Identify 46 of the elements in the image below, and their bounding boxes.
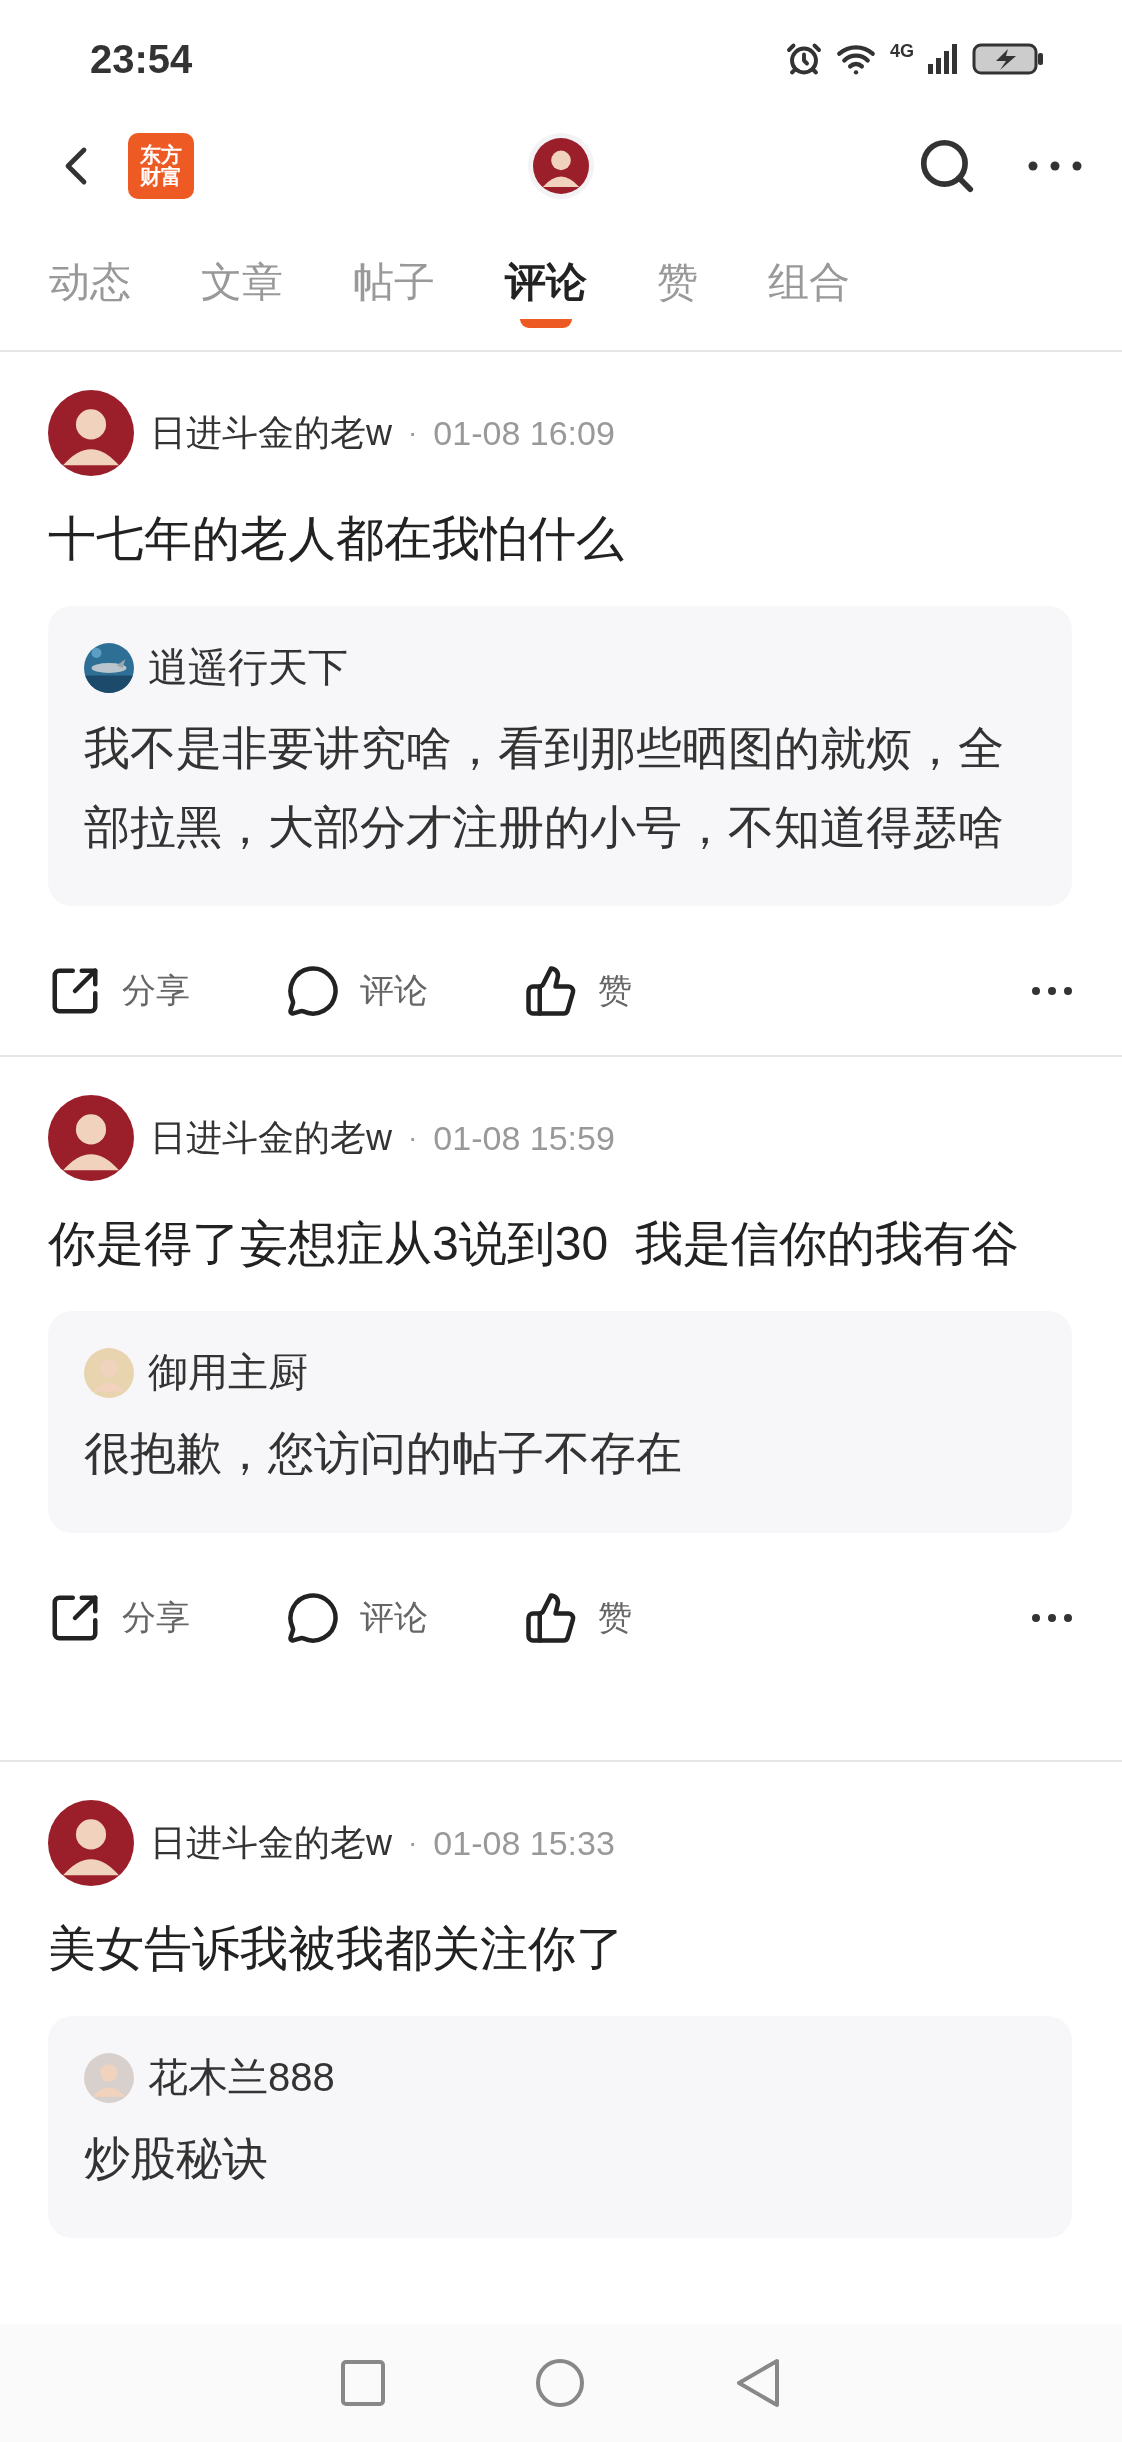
comment-time: 01-08 16:09 xyxy=(433,413,615,453)
share-button[interactable]: 分享 xyxy=(48,963,286,1018)
status-time: 23:54 xyxy=(90,36,193,82)
app-logo: 东方 财富 xyxy=(128,133,194,199)
home-icon[interactable] xyxy=(535,2358,585,2408)
comment-time: 01-08 15:33 xyxy=(433,1823,615,1863)
author-name[interactable]: 日进斗金的老w xyxy=(150,1818,392,1868)
network-type: 4G xyxy=(890,41,914,62)
author-name[interactable]: 日进斗金的老w xyxy=(150,1113,392,1163)
tab[interactable]: 评论 xyxy=(470,214,622,350)
comment-text: 美女告诉我被我都关注你了 xyxy=(48,1921,625,1977)
comment-text: 十七年的老人都在我怕什么 xyxy=(48,511,625,567)
comment-text: 你是得了妄想症从3说到30 我是信你的我有谷 xyxy=(48,1216,1020,1272)
separator-dot: · xyxy=(408,417,418,449)
avatar xyxy=(533,138,589,194)
quoted-post[interactable]: 花木兰888 炒股秘诀 xyxy=(48,2016,1072,2238)
comment-button[interactable]: 评论 xyxy=(286,1590,524,1645)
share-button[interactable]: 分享 xyxy=(48,1590,286,1645)
avatar xyxy=(84,1347,134,1398)
comment-time: 01-08 15:59 xyxy=(433,1118,615,1158)
like-button[interactable]: 赞 xyxy=(524,1590,762,1645)
like-button[interactable]: 赞 xyxy=(524,963,762,1018)
quoted-post[interactable]: 逍遥行天下 我不是非要讲究啥，看到那些晒图的就烦，全部拉黑，大部分才注册的小号，不知道得瑟啥 xyxy=(48,606,1072,906)
avatar xyxy=(84,2052,134,2103)
quoted-text: 很抱歉，您访问的帖子不存在 xyxy=(84,1426,683,1482)
recent-apps-icon[interactable] xyxy=(341,2360,385,2406)
quoted-author[interactable]: 花木兰888 xyxy=(148,2050,335,2106)
comment-button[interactable]: 评论 xyxy=(286,963,524,1018)
battery-icon xyxy=(972,43,1044,75)
signal-icon xyxy=(928,44,958,74)
quoted-text: 炒股秘诀 xyxy=(84,2131,269,2187)
thumbs-up-icon xyxy=(524,1590,578,1645)
quoted-post[interactable]: 御用主厨 很抱歉，您访问的帖子不存在 xyxy=(48,1311,1072,1533)
quoted-author[interactable]: 御用主厨 xyxy=(148,1345,308,1401)
alarm-icon xyxy=(786,41,822,77)
separator-dot: · xyxy=(408,1827,418,1859)
more-icon[interactable] xyxy=(1032,1613,1072,1622)
speech-bubble-icon xyxy=(286,1590,340,1645)
speech-bubble-icon xyxy=(286,963,340,1018)
quoted-text: 我不是非要讲究啥，看到那些晒图的就烦，全部拉黑，大部分才注册的小号，不知道得瑟啥 xyxy=(84,721,1005,855)
separator-dot: · xyxy=(408,1122,418,1154)
thumbs-up-icon xyxy=(524,963,578,1018)
more-icon[interactable] xyxy=(1028,161,1082,171)
more-icon[interactable] xyxy=(1032,986,1072,995)
quoted-author[interactable]: 逍遥行天下 xyxy=(148,640,348,696)
author-name[interactable]: 日进斗金的老w xyxy=(150,408,392,458)
